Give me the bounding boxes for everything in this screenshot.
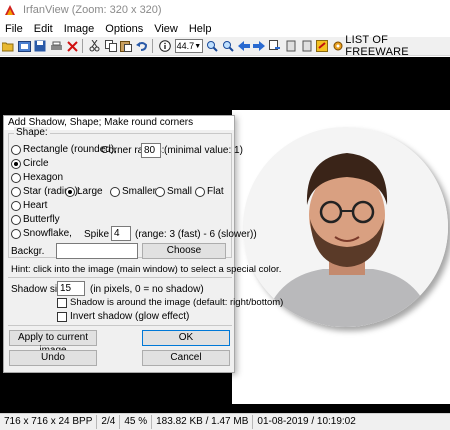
hexagon-label: Hexagon xyxy=(23,172,64,183)
snowflake-option[interactable]: Snowflake, xyxy=(11,228,72,239)
butterfly-radio[interactable] xyxy=(11,214,21,225)
shadow-around-checkbox[interactable] xyxy=(57,297,67,308)
copy-icon[interactable] xyxy=(104,39,118,54)
heart-option[interactable]: Heart xyxy=(11,200,47,211)
choose-color-button[interactable]: Choose xyxy=(142,243,226,259)
circle-radio[interactable] xyxy=(11,158,21,169)
status-date: 01-08-2019 / 10:19:02 xyxy=(257,416,356,427)
star-radio[interactable] xyxy=(11,186,21,197)
undo-button[interactable]: Undo xyxy=(9,350,97,366)
butterfly-label: Butterfly xyxy=(23,214,60,225)
hint-text: Hint: click into the image (main window)… xyxy=(11,264,282,275)
paste-icon[interactable] xyxy=(119,39,133,54)
rotate-right-icon[interactable] xyxy=(300,39,314,54)
irfanview-app-icon xyxy=(5,5,15,15)
hexagon-radio[interactable] xyxy=(11,172,21,183)
star-smaller-radio[interactable] xyxy=(110,186,120,197)
shadow-size-hint: (in pixels, 0 = no shadow) xyxy=(90,284,204,295)
cut-icon[interactable] xyxy=(88,39,102,54)
star-small-option[interactable]: Small xyxy=(155,186,192,197)
copy-to-icon[interactable] xyxy=(268,39,282,54)
snowflake-radio[interactable] xyxy=(11,228,21,239)
shadow-around-label: Shadow is around the image (default: rig… xyxy=(70,297,284,308)
freeware-banner: LIST OF FREEWARE xyxy=(345,34,409,58)
ok-button[interactable]: OK xyxy=(142,330,230,346)
shape-group-label: Shape: xyxy=(14,127,50,138)
snowflake-label: Snowflake, xyxy=(23,228,72,239)
chevron-down-icon: ▼ xyxy=(194,42,202,50)
apply-to-image-button[interactable]: Apply to current image xyxy=(9,330,97,356)
toolbar-separator xyxy=(81,39,83,53)
heart-radio[interactable] xyxy=(11,200,21,211)
title-bar: IrfanView (Zoom: 320 x 320) xyxy=(0,0,450,20)
slideshow-icon[interactable] xyxy=(18,39,32,54)
invert-shadow-checkbox[interactable] xyxy=(57,311,67,322)
previous-icon[interactable] xyxy=(237,39,251,54)
menu-help[interactable]: Help xyxy=(184,23,218,35)
corner-radius-input[interactable]: 80 xyxy=(141,143,161,158)
window-title: IrfanView (Zoom: 320 x 320) xyxy=(23,4,162,16)
menu-file[interactable]: File xyxy=(0,23,29,35)
status-file-size: 183.82 KB / 1.47 MB xyxy=(152,415,254,429)
status-file-index: 2/4 xyxy=(97,415,121,429)
undo-icon[interactable] xyxy=(135,39,149,54)
invert-shadow-option[interactable]: Invert shadow (glow effect) xyxy=(57,311,189,322)
rotate-left-icon[interactable] xyxy=(284,39,298,54)
menu-view[interactable]: View xyxy=(149,23,184,35)
menu-options[interactable]: Options xyxy=(100,23,149,35)
divider xyxy=(8,277,232,278)
save-icon[interactable] xyxy=(34,39,48,54)
delete-icon[interactable] xyxy=(65,39,79,54)
toolbar: 44.7 ▼ LIST OF FREEWARE xyxy=(0,34,450,58)
next-icon[interactable] xyxy=(252,39,266,54)
spike-hint: (range: 3 (fast) - 6 (slower)) xyxy=(135,229,257,240)
menu-image[interactable]: Image xyxy=(59,23,101,35)
star-smaller-option[interactable]: Smaller xyxy=(110,186,156,197)
shadow-size-input[interactable]: 15 xyxy=(57,281,85,296)
corner-radius-hint: (minimal value: 1) xyxy=(164,145,243,156)
circle-option[interactable]: Circle xyxy=(11,158,49,169)
star-small-label: Small xyxy=(167,186,193,197)
star-flat-option[interactable]: Flat xyxy=(195,186,224,197)
status-dimensions: 716 x 716 x 24 BPP xyxy=(0,415,98,429)
spike-input[interactable]: 4 xyxy=(111,226,131,241)
cancel-button[interactable]: Cancel xyxy=(142,350,230,366)
butterfly-option[interactable]: Butterfly xyxy=(11,214,60,225)
background-color-swatch[interactable] xyxy=(56,243,138,259)
zoom-select[interactable]: 44.7 ▼ xyxy=(174,39,204,53)
settings-icon[interactable] xyxy=(331,39,345,54)
invert-shadow-label: Invert shadow (glow effect) xyxy=(70,311,190,322)
rectangle-radio[interactable] xyxy=(11,144,21,155)
divider xyxy=(8,325,232,326)
status-bar: 716 x 716 x 24 BPP 2/4 45 % 183.82 KB / … xyxy=(0,413,450,430)
star-large-label: Large xyxy=(77,186,103,197)
hexagon-option[interactable]: Hexagon xyxy=(11,172,63,183)
print-icon[interactable] xyxy=(49,39,63,54)
star-smaller-label: Smaller xyxy=(122,186,156,197)
circle-label: Circle xyxy=(23,158,49,169)
zoom-out-icon[interactable] xyxy=(221,39,235,54)
zoom-in-icon[interactable] xyxy=(205,39,219,54)
shadow-around-option[interactable]: Shadow is around the image (default: rig… xyxy=(57,297,283,308)
star-small-radio[interactable] xyxy=(155,186,165,197)
star-flat-label: Flat xyxy=(207,186,224,197)
info-icon[interactable] xyxy=(158,39,172,54)
heart-label: Heart xyxy=(23,200,48,211)
paint-icon[interactable] xyxy=(316,39,330,54)
status-zoom: 45 % xyxy=(120,415,153,429)
star-flat-radio[interactable] xyxy=(195,186,205,197)
zoom-value: 44.7 xyxy=(176,41,195,51)
star-large-radio[interactable] xyxy=(65,186,75,197)
star-large-option[interactable]: Large xyxy=(65,186,103,197)
spike-label: Spike xyxy=(84,229,110,240)
menu-edit[interactable]: Edit xyxy=(29,23,59,35)
add-shadow-dialog: Add Shadow, Shape; Make round corners Sh… xyxy=(3,115,283,373)
open-folder-icon[interactable] xyxy=(2,39,16,54)
toolbar-separator xyxy=(151,39,153,53)
background-label: Backgr. xyxy=(11,246,45,257)
